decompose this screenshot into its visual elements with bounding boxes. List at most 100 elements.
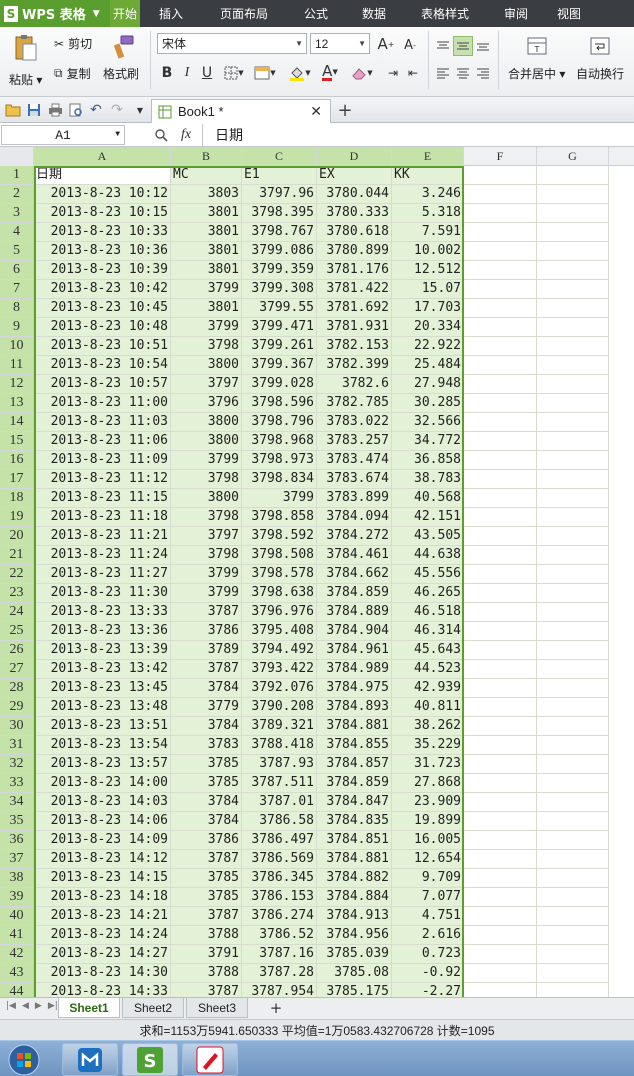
cell-A7[interactable]: 2013-8-23 10:42 — [34, 280, 171, 299]
row-header[interactable]: 37 — [0, 850, 34, 869]
taskbar-maxthon-button[interactable] — [62, 1043, 118, 1076]
save-icon[interactable] — [25, 101, 43, 119]
cell-F18[interactable] — [464, 489, 537, 508]
cell-C36[interactable]: 3786.497 — [242, 831, 317, 850]
cell-B18[interactable]: 3800 — [171, 489, 242, 508]
cell-B2[interactable]: 3803 — [171, 185, 242, 204]
cell-B10[interactable]: 3798 — [171, 337, 242, 356]
align-left-icon[interactable] — [434, 64, 452, 82]
cell-D40[interactable]: 3784.913 — [317, 907, 392, 926]
new-tab-plus-icon[interactable]: + — [335, 100, 355, 121]
cell-C12[interactable]: 3799.028 — [242, 375, 317, 394]
row-header[interactable]: 26 — [0, 641, 34, 660]
cell-B22[interactable]: 3799 — [171, 565, 242, 584]
menu-tab-3[interactable]: 公式 — [286, 0, 346, 27]
sheet-tab-sheet3[interactable]: Sheet3 — [186, 998, 248, 1018]
cell-D3[interactable]: 3780.333 — [317, 204, 392, 223]
customize-toolbar-icon[interactable]: ▼ — [133, 101, 147, 119]
row-header[interactable]: 11 — [0, 356, 34, 375]
cell-E5[interactable]: 10.002 — [392, 242, 464, 261]
row-header[interactable]: 44 — [0, 983, 34, 997]
cell-A22[interactable]: 2013-8-23 11:27 — [34, 565, 171, 584]
cell-F20[interactable] — [464, 527, 537, 546]
brush-icon[interactable] — [112, 33, 136, 61]
spreadsheet-grid[interactable]: ABCDEFG 1 日期 MC E1 EX KK 2 2013-8-23 10:12 3803 3… — [0, 147, 634, 997]
column-header-A[interactable]: A — [34, 147, 171, 166]
cell-C8[interactable]: 3799.55 — [242, 299, 317, 318]
cell-E19[interactable]: 42.151 — [392, 508, 464, 527]
cut-button[interactable]: ✂ 剪切 — [54, 35, 92, 52]
cell-G35[interactable] — [537, 812, 609, 831]
cell-A30[interactable]: 2013-8-23 13:51 — [34, 717, 171, 736]
cell-D16[interactable]: 3783.474 — [317, 451, 392, 470]
cell-A38[interactable]: 2013-8-23 14:15 — [34, 869, 171, 888]
cell-C39[interactable]: 3786.153 — [242, 888, 317, 907]
cell-F26[interactable] — [464, 641, 537, 660]
cell-F41[interactable] — [464, 926, 537, 945]
cell-G32[interactable] — [537, 755, 609, 774]
cell-A11[interactable]: 2013-8-23 10:54 — [34, 356, 171, 375]
row-header[interactable]: 40 — [0, 907, 34, 926]
close-icon[interactable]: ✕ — [310, 104, 322, 120]
cell-B30[interactable]: 3784 — [171, 717, 242, 736]
cell-A41[interactable]: 2013-8-23 14:24 — [34, 926, 171, 945]
cell-G19[interactable] — [537, 508, 609, 527]
copy-button[interactable]: ⧉ 复制 — [54, 65, 91, 82]
menu-tab-2[interactable]: 页面布局 — [202, 0, 286, 27]
cell-B3[interactable]: 3801 — [171, 204, 242, 223]
cell-G1[interactable] — [537, 166, 609, 185]
cell-D24[interactable]: 3784.889 — [317, 603, 392, 622]
decrease-font-icon[interactable]: A- — [400, 35, 420, 55]
cell-F44[interactable] — [464, 983, 537, 997]
cell-D31[interactable]: 3784.855 — [317, 736, 392, 755]
cell-C32[interactable]: 3787.93 — [242, 755, 317, 774]
cell-E34[interactable]: 23.909 — [392, 793, 464, 812]
cell-B38[interactable]: 3785 — [171, 869, 242, 888]
column-header-B[interactable]: B — [171, 147, 242, 166]
document-tab[interactable]: Book1 * ✕ — [151, 99, 331, 123]
cell-E3[interactable]: 5.318 — [392, 204, 464, 223]
app-menu-button[interactable]: S WPS 表格 ▼ — [0, 0, 110, 27]
cell-style-icon[interactable]: ▼ — [252, 63, 278, 83]
cell-A21[interactable]: 2013-8-23 11:24 — [34, 546, 171, 565]
cell-G34[interactable] — [537, 793, 609, 812]
cell-B20[interactable]: 3797 — [171, 527, 242, 546]
cell-D26[interactable]: 3784.961 — [317, 641, 392, 660]
cell-A13[interactable]: 2013-8-23 11:00 — [34, 394, 171, 413]
name-box[interactable]: A1 ▼ — [1, 125, 125, 145]
redo-icon[interactable]: ↷ — [109, 101, 125, 119]
cell-D20[interactable]: 3784.272 — [317, 527, 392, 546]
cell-F22[interactable] — [464, 565, 537, 584]
cell-E38[interactable]: 9.709 — [392, 869, 464, 888]
cell-B39[interactable]: 3785 — [171, 888, 242, 907]
cell-F21[interactable] — [464, 546, 537, 565]
cell-C33[interactable]: 3787.511 — [242, 774, 317, 793]
cell-C41[interactable]: 3786.52 — [242, 926, 317, 945]
cell-F2[interactable] — [464, 185, 537, 204]
cell-B8[interactable]: 3801 — [171, 299, 242, 318]
cell-C35[interactable]: 3786.58 — [242, 812, 317, 831]
sheet-tab-sheet2[interactable]: Sheet2 — [122, 998, 184, 1018]
cell-A15[interactable]: 2013-8-23 11:06 — [34, 432, 171, 451]
cell-D23[interactable]: 3784.859 — [317, 584, 392, 603]
cell-D11[interactable]: 3782.399 — [317, 356, 392, 375]
search-icon[interactable] — [152, 126, 170, 144]
column-header-D[interactable]: D — [317, 147, 392, 166]
cell-A8[interactable]: 2013-8-23 10:45 — [34, 299, 171, 318]
cell-E7[interactable]: 15.07 — [392, 280, 464, 299]
cell-F10[interactable] — [464, 337, 537, 356]
cell-G25[interactable] — [537, 622, 609, 641]
cell-D6[interactable]: 3781.176 — [317, 261, 392, 280]
cell-C23[interactable]: 3798.638 — [242, 584, 317, 603]
column-header-G[interactable]: G — [537, 147, 609, 166]
cell-A31[interactable]: 2013-8-23 13:54 — [34, 736, 171, 755]
cell-E20[interactable]: 43.505 — [392, 527, 464, 546]
cell-A25[interactable]: 2013-8-23 13:36 — [34, 622, 171, 641]
cell-D25[interactable]: 3784.904 — [317, 622, 392, 641]
cell-D2[interactable]: 3780.044 — [317, 185, 392, 204]
cell-B19[interactable]: 3798 — [171, 508, 242, 527]
cell-A37[interactable]: 2013-8-23 14:12 — [34, 850, 171, 869]
select-all-corner[interactable] — [0, 147, 34, 166]
cell-C27[interactable]: 3793.422 — [242, 660, 317, 679]
menu-tab-6[interactable]: 审阅 — [488, 0, 544, 27]
